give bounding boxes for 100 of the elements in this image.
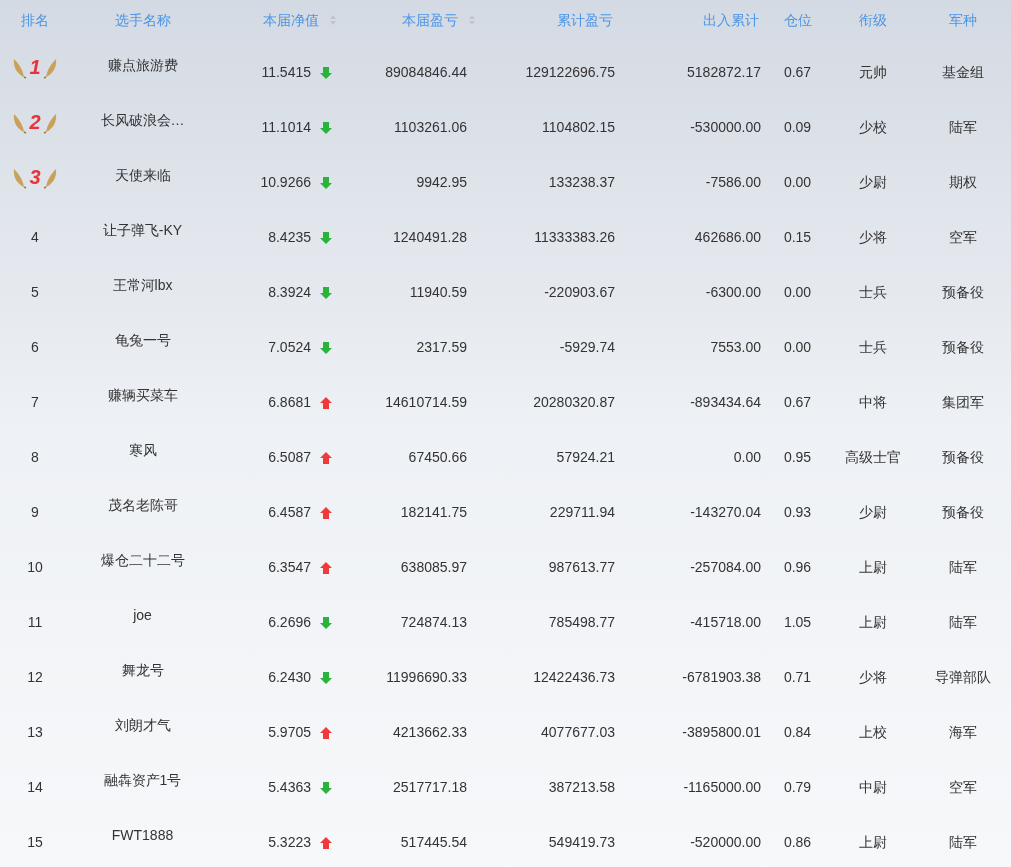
rank-title: 少尉: [858, 173, 887, 192]
period-profit: 517445.54: [400, 833, 467, 852]
rank-number: 12: [27, 668, 43, 687]
position-ratio: 0.95: [783, 448, 812, 467]
rank-number: 11: [27, 613, 43, 632]
net-value: 6.3547: [268, 558, 311, 577]
total-profit: 11333383.26: [534, 228, 615, 247]
rank-title: 少将: [858, 668, 887, 687]
cash-flow-total: -893434.64: [690, 393, 761, 412]
position-ratio: 0.00: [783, 338, 812, 357]
player-name: 茂名老陈哥: [107, 496, 178, 515]
column-header: 仓位: [783, 10, 812, 30]
rank-title: 上校: [858, 723, 887, 742]
net-value: 7.0524: [268, 338, 311, 357]
column-header: 出入累计: [703, 10, 759, 30]
net-value: 6.4587: [268, 503, 311, 522]
player-name: 长风破浪会…: [100, 111, 185, 130]
rank-number: 4: [31, 228, 39, 247]
position-ratio: 0.96: [783, 558, 812, 577]
total-profit: 20280320.87: [533, 393, 615, 412]
net-value: 11.5415: [261, 63, 311, 82]
service-branch: 陆军: [949, 613, 977, 632]
rank-title: 士兵: [858, 338, 887, 357]
service-branch: 集团军: [942, 393, 984, 412]
rank-number: 9: [31, 503, 39, 522]
period-profit: 89084846.44: [385, 63, 467, 82]
service-branch: 陆军: [949, 558, 977, 577]
sort-icon[interactable]: [468, 14, 476, 26]
rank-title: 高级士官: [844, 448, 901, 467]
column-header[interactable]: 本届净值: [263, 9, 319, 31]
cash-flow-total: -7586.00: [705, 173, 761, 192]
net-value: 6.5087: [268, 448, 311, 467]
rank-title: 中尉: [858, 778, 887, 797]
column-header: 排名: [21, 10, 49, 30]
cash-flow-total: -3895800.01: [682, 723, 761, 742]
net-value: 5.9705: [268, 723, 311, 742]
player-name: joe: [133, 606, 152, 625]
player-name: FWT1888: [111, 826, 174, 845]
net-value: 10.9266: [260, 173, 311, 192]
rank-number: 2: [28, 110, 42, 135]
rank-title: 上尉: [858, 833, 887, 852]
column-header: 累计盈亏: [557, 10, 613, 30]
period-profit: 67450.66: [408, 448, 467, 467]
column-header[interactable]: 本届盈亏: [402, 9, 458, 31]
position-ratio: 0.86: [783, 833, 812, 852]
net-value: 6.2696: [268, 613, 311, 632]
cash-flow-total: -257084.00: [690, 558, 761, 577]
net-value: 6.2430: [268, 668, 311, 687]
rank-number: 8: [31, 448, 39, 467]
rank-number: 10: [27, 558, 43, 577]
service-branch: 空军: [949, 778, 977, 797]
position-ratio: 0.79: [783, 778, 812, 797]
cash-flow-total: 462686.00: [694, 228, 761, 247]
column-header: 选手名称: [114, 10, 171, 30]
position-ratio: 0.93: [783, 503, 812, 522]
rank-title: 中将: [858, 393, 887, 412]
service-branch: 预备役: [942, 448, 984, 467]
player-name: 融犇资产1号: [103, 771, 182, 790]
total-profit: 229711.94: [549, 503, 615, 522]
total-profit: -5929.74: [559, 338, 615, 357]
total-profit: 4077677.03: [541, 723, 615, 742]
service-branch: 陆军: [949, 833, 977, 852]
rank-title: 上尉: [858, 558, 887, 577]
total-profit: 12422436.73: [533, 668, 615, 687]
position-ratio: 0.71: [783, 668, 812, 687]
service-branch: 预备役: [942, 283, 984, 302]
net-value: 8.4235: [268, 228, 311, 247]
net-value: 6.8681: [268, 393, 311, 412]
total-profit: 129122696.75: [525, 63, 615, 82]
period-profit: 638085.97: [400, 558, 467, 577]
player-name: 龟兔一号: [114, 331, 171, 350]
period-profit: 1103261.06: [394, 118, 467, 137]
rank-number: 15: [27, 833, 43, 852]
position-ratio: 0.67: [783, 393, 812, 412]
player-name: 舞龙号: [121, 661, 164, 680]
rank-number: 14: [27, 778, 43, 797]
service-branch: 预备役: [942, 503, 984, 522]
period-profit: 9942.95: [416, 173, 467, 192]
period-profit: 2517717.18: [393, 778, 467, 797]
position-ratio: 0.15: [783, 228, 812, 247]
sort-icon[interactable]: [329, 14, 337, 26]
rank-number: 7: [31, 393, 39, 412]
period-profit: 2317.59: [416, 338, 467, 357]
cash-flow-total: -520000.00: [690, 833, 761, 852]
rank-title: 少尉: [858, 503, 887, 522]
rank-number: 3: [28, 165, 42, 190]
cash-flow-total: -415718.00: [690, 613, 761, 632]
total-profit: -220903.67: [544, 283, 615, 302]
player-name: 赚点旅游费: [107, 56, 178, 75]
total-profit: 133238.37: [548, 173, 615, 192]
player-name: 刘朗才气: [114, 716, 171, 735]
service-branch: 基金组: [942, 63, 984, 82]
total-profit: 785498.77: [548, 613, 615, 632]
period-profit: 182141.75: [400, 503, 467, 522]
period-profit: 11996690.33: [386, 668, 467, 687]
position-ratio: 0.00: [783, 173, 812, 192]
cash-flow-total: 5182872.17: [687, 63, 761, 82]
period-profit: 11940.59: [409, 283, 467, 302]
total-profit: 1104802.15: [542, 118, 615, 137]
period-profit: 4213662.33: [393, 723, 467, 742]
